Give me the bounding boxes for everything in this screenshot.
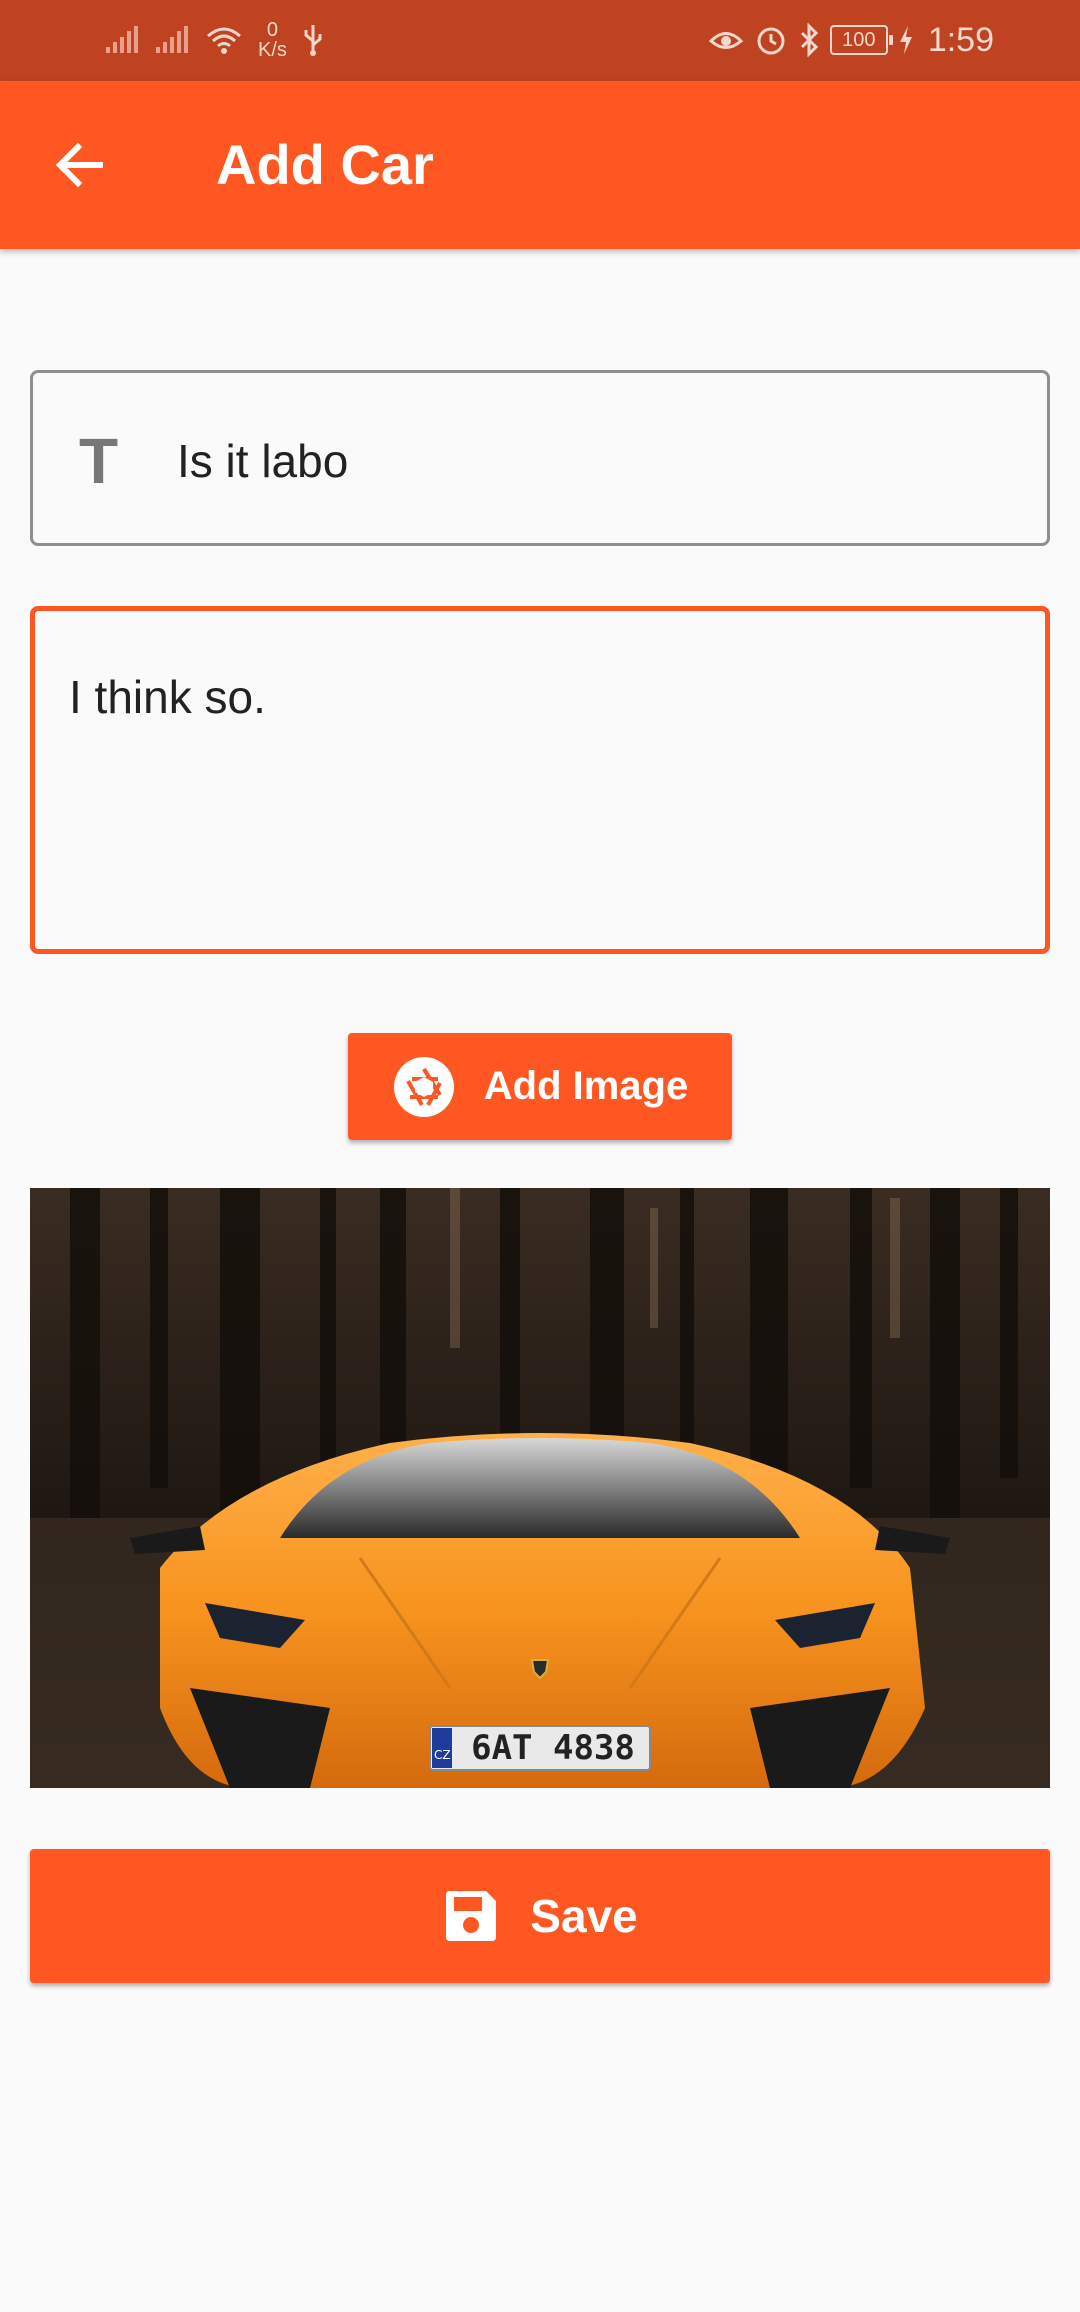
save-floppy-icon	[446, 1891, 497, 1941]
add-image-button[interactable]: Add Image	[348, 1033, 732, 1140]
description-input[interactable]: I think so.	[30, 606, 1050, 954]
arrow-back-icon	[55, 142, 103, 188]
license-plate-country: CZ	[434, 1748, 451, 1762]
save-label: Save	[530, 1890, 638, 1942]
license-plate-text: 6AT 4838	[471, 1728, 635, 1768]
add-image-label: Add Image	[483, 1064, 689, 1108]
description-input-value[interactable]: I think so.	[69, 665, 266, 729]
title-input[interactable]: T Is it labo	[30, 370, 1050, 546]
status-right: 100 1:59	[708, 18, 994, 62]
car-photo: CZ 6AT 4838	[30, 1188, 1050, 1788]
battery-indicator: 100	[829, 25, 893, 55]
charging-icon	[899, 26, 912, 54]
status-bar: 0 K/s 100 1:59	[0, 0, 1080, 81]
network-speed: 0 K/s	[258, 20, 287, 60]
signal-icon	[156, 26, 188, 53]
bluetooth-icon	[800, 23, 818, 57]
wifi-icon	[207, 27, 241, 54]
alarm-icon	[757, 27, 785, 55]
title-icon: T	[79, 425, 119, 497]
usb-icon	[304, 25, 322, 56]
title-input-value[interactable]: Is it labo	[177, 429, 348, 493]
status-time: 1:59	[927, 20, 994, 59]
app-bar: Add Car	[0, 81, 1080, 249]
network-speed-value: 0	[266, 19, 279, 41]
back-button[interactable]	[44, 129, 116, 201]
car-photo-illustration	[30, 1188, 1050, 1788]
camera-shutter-icon	[393, 1056, 454, 1117]
status-left: 0 K/s	[104, 18, 325, 62]
signal-icon	[106, 26, 138, 53]
eye-comfort-icon	[708, 32, 744, 49]
network-speed-unit: K/s	[258, 39, 287, 61]
page-title: Add Car	[216, 133, 434, 196]
save-button[interactable]: Save	[30, 1849, 1050, 1983]
